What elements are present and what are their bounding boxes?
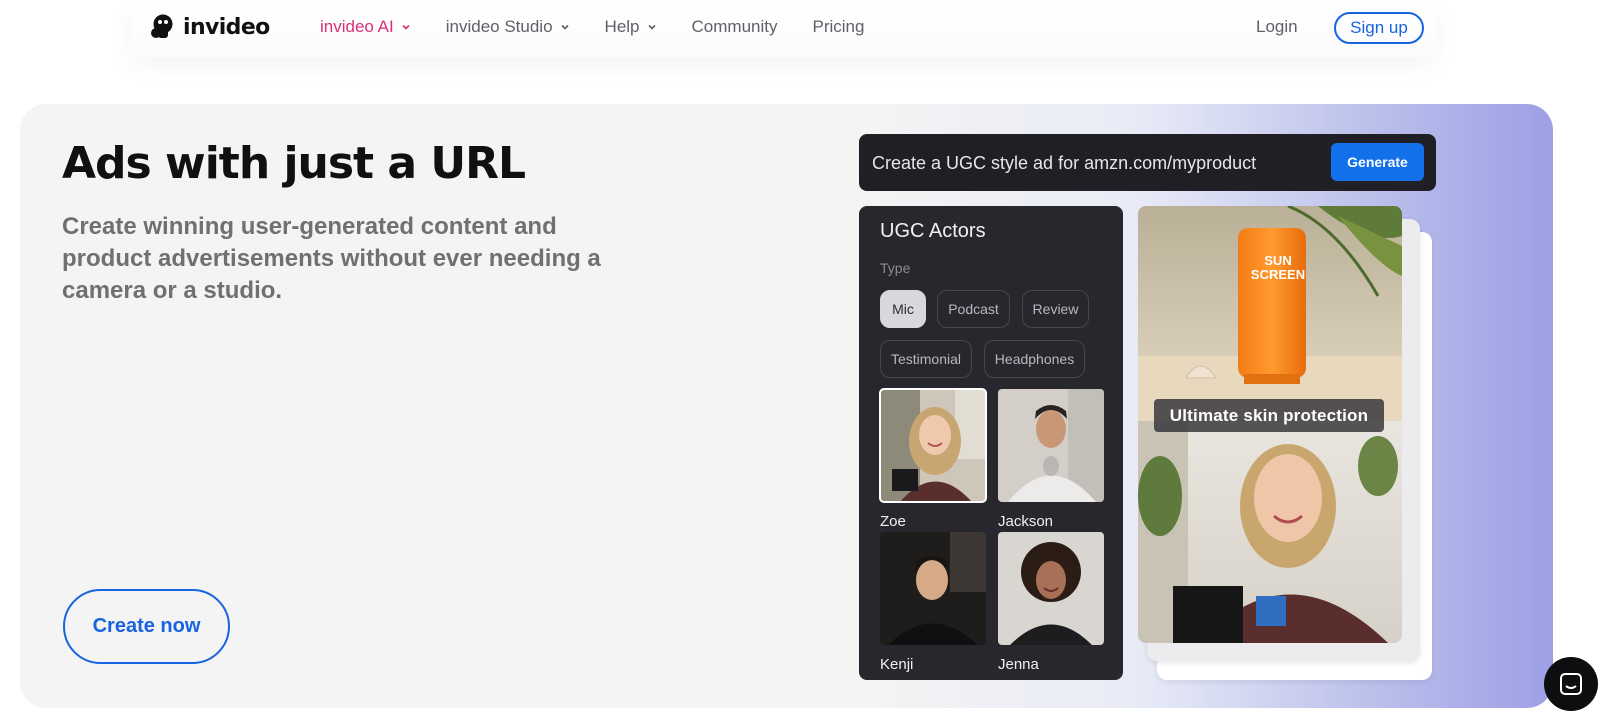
chevron-down-icon [402,24,410,30]
nav-item-label: invideo Studio [445,17,553,36]
actor-name: Kenji [880,656,914,673]
brand-name: invideo [183,14,270,40]
nav-item-label: invideo AI [320,17,394,36]
product-label: SUN SCREEN [1250,253,1306,282]
actor-name: Jackson [998,513,1054,530]
actor-photo [879,388,987,503]
ad-preview[interactable]: SUN SCREEN Ultimate skin protection [1138,206,1402,643]
chat-icon [1560,673,1582,695]
hero-subtext: Create winning user-generated content an… [62,213,601,304]
nav-item-invideo-studio[interactable]: invideo Studio [446,17,570,37]
chevron-down-icon [560,24,569,30]
prompt-input[interactable]: Create a UGC style ad for amzn.com/mypro… [872,153,1256,174]
panel-title: UGC Actors [880,220,986,242]
chat-launcher-button[interactable] [1544,657,1598,711]
generate-button[interactable]: Generate [1331,143,1424,181]
nav-item-label: Pricing [812,17,865,36]
type-chip-mic[interactable]: Mic [880,290,926,328]
chevron-down-icon [647,24,656,30]
actor-photo [880,532,986,645]
login-link[interactable]: Login [1256,17,1298,37]
nav-item-label: Community [691,17,778,36]
create-now-button[interactable]: Create now [63,589,230,664]
nav-item-label: Help [604,17,640,36]
actor-name: Jenna [998,656,1039,673]
actor-name: Zoe [880,513,906,530]
type-chip-headphones[interactable]: Headphones [984,340,1085,378]
invideo-logo-icon [151,14,173,38]
actor-photo [998,532,1104,645]
actor-card-kenji[interactable]: Kenji [880,532,986,673]
hero-headline: Ads with just a URL [62,138,526,189]
top-nav: invideo invideo AI invideo Studio Help C… [131,0,1436,58]
type-chip-review[interactable]: Review [1022,290,1089,328]
actor-card-jackson[interactable]: Jackson [998,389,1104,530]
nav-item-invideo-ai[interactable]: invideo AI [320,17,411,37]
actor-card-zoe[interactable]: Zoe [879,388,987,530]
nav-item-community[interactable]: Community [692,17,778,37]
ugc-actors-panel: UGC Actors Type Mic Podcast Review Testi… [859,206,1123,680]
type-label: Type [880,260,911,276]
brand-logo[interactable]: invideo [149,13,270,41]
prompt-bar[interactable]: Create a UGC style ad for amzn.com/mypro… [859,134,1436,191]
signup-button[interactable]: Sign up [1334,12,1424,44]
nav-links: invideo AI invideo Studio Help Community… [320,0,899,54]
nav-item-pricing[interactable]: Pricing [812,17,864,37]
actor-photo [998,389,1104,502]
actor-card-jenna[interactable]: Jenna [998,532,1104,673]
type-chip-testimonial[interactable]: Testimonial [880,340,972,378]
nav-item-help[interactable]: Help [605,17,657,37]
ad-caption: Ultimate skin protection [1154,399,1384,432]
type-chip-podcast[interactable]: Podcast [937,290,1010,328]
